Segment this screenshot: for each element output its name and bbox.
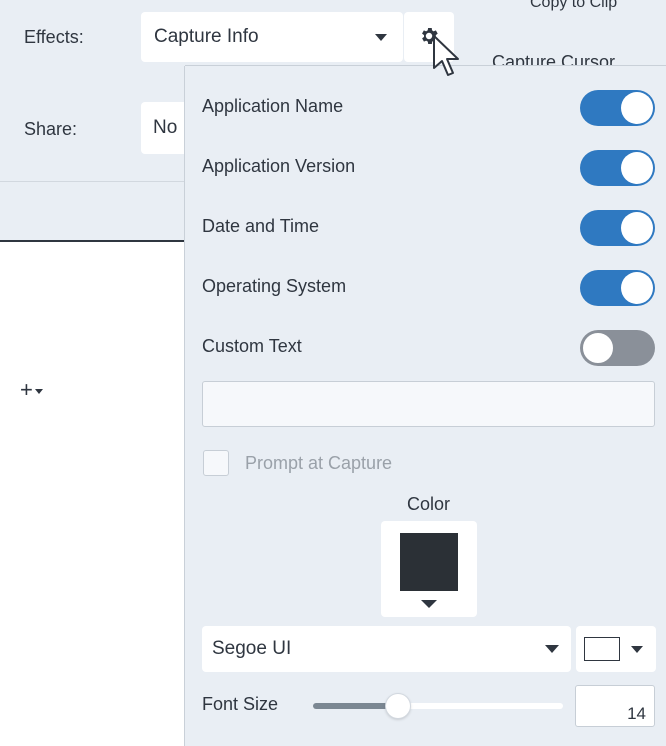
effects-label: Effects: bbox=[24, 27, 84, 47]
effects-dropdown-value: Capture Info bbox=[154, 26, 259, 47]
font-size-slider[interactable] bbox=[313, 694, 563, 718]
plus-icon: + bbox=[20, 377, 33, 402]
add-button[interactable]: + bbox=[20, 379, 43, 401]
share-label: Share: bbox=[24, 119, 78, 139]
capture-info-options-popup: Application Name Application Version Dat… bbox=[185, 66, 666, 746]
toggle-knob bbox=[621, 272, 653, 304]
toggle-application-version[interactable] bbox=[580, 150, 655, 186]
toggle-knob bbox=[621, 152, 653, 184]
font-family-value: Segoe UI bbox=[212, 638, 292, 659]
toggle-knob bbox=[621, 92, 653, 124]
toggle-label-application-name: Application Name bbox=[202, 96, 344, 116]
prompt-at-capture-checkbox[interactable] bbox=[203, 450, 229, 476]
toggle-knob bbox=[621, 212, 653, 244]
toggle-label-date-and-time: Date and Time bbox=[202, 216, 320, 236]
share-dropdown-value: No bbox=[153, 117, 178, 138]
text-color-swatch bbox=[400, 533, 458, 591]
chevron-down-icon bbox=[545, 645, 559, 653]
effects-dropdown[interactable]: Capture Info bbox=[141, 12, 403, 62]
color-label: Color bbox=[406, 494, 450, 514]
chevron-down-icon bbox=[34, 388, 43, 394]
chevron-down-icon bbox=[421, 600, 437, 608]
toggle-operating-system[interactable] bbox=[580, 270, 655, 306]
chevron-down-icon bbox=[375, 34, 387, 41]
toggle-date-and-time[interactable] bbox=[580, 210, 655, 246]
copy-to-clipboard-label: Copy to Clip bbox=[530, 0, 618, 11]
font-size-input[interactable]: 14 bbox=[575, 685, 655, 727]
toggle-label-operating-system: Operating System bbox=[202, 276, 347, 296]
toggle-custom-text[interactable] bbox=[580, 330, 655, 366]
toggle-label-application-version: Application Version bbox=[202, 156, 356, 176]
font-size-slider-thumb[interactable] bbox=[386, 694, 410, 718]
custom-text-input[interactable] bbox=[202, 381, 655, 427]
toggle-application-name[interactable] bbox=[580, 90, 655, 126]
toggle-label-custom-text: Custom Text bbox=[202, 336, 302, 356]
prompt-at-capture-label: Prompt at Capture bbox=[245, 453, 393, 473]
toggle-knob bbox=[582, 332, 614, 364]
font-size-label: Font Size bbox=[202, 694, 279, 714]
font-background-color-swatch bbox=[584, 637, 620, 661]
font-background-color-picker[interactable] bbox=[576, 626, 656, 672]
mouse-pointer-icon bbox=[433, 35, 459, 76]
chevron-down-icon bbox=[631, 646, 643, 653]
text-color-picker[interactable] bbox=[381, 521, 477, 617]
font-family-dropdown[interactable]: Segoe UI bbox=[202, 626, 571, 672]
